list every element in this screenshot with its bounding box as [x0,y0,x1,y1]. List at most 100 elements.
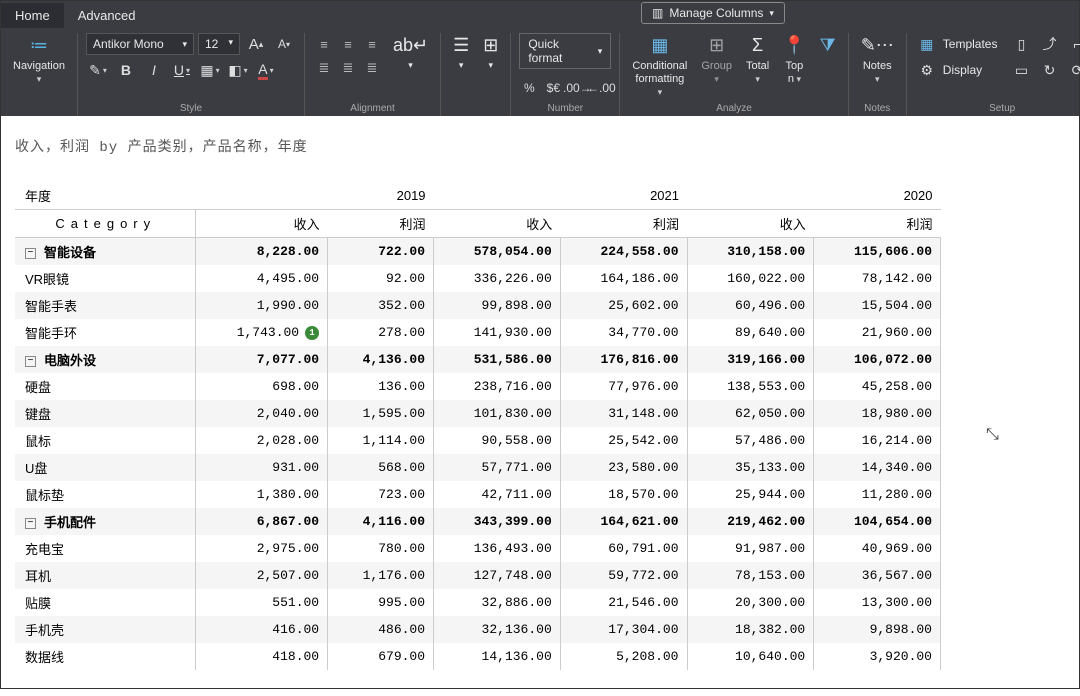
notes-button[interactable]: ✎⋯ Notes [857,33,898,88]
tab-advanced[interactable]: Advanced [64,3,150,28]
group-toggle[interactable]: −手机配件 [15,508,195,535]
cell-value: 2,028.00 [195,427,328,454]
percent-button[interactable]: % [519,77,539,99]
display-button[interactable]: Display [943,63,982,77]
manage-columns-button[interactable]: ▥ Manage Columns ▾ [641,2,785,24]
year-col-1[interactable]: 2021 [434,182,687,210]
topn-button[interactable]: 📍 Top n [779,33,809,88]
filter-button[interactable]: ⧩ [816,33,840,59]
undo-button[interactable]: ▭ [1009,59,1033,81]
cell-value: 568.00 [328,454,434,481]
metric-revenue: 收入 [434,210,561,238]
corner-icon[interactable]: ⌐ [1065,33,1080,55]
align-bottom-left[interactable]: ≣ [313,57,335,79]
conditional-formatting-button[interactable]: ▦ Conditional formatting [628,33,691,101]
align-top-right[interactable]: ≡ [361,33,383,55]
redo-button[interactable]: ↻ [1037,59,1061,81]
group-toggle[interactable]: −智能设备 [15,238,195,266]
cell-value: 25,602.00 [560,292,687,319]
chevron-down-icon: ▾ [489,60,494,71]
group-toggle[interactable]: −电脑外设 [15,346,195,373]
decrease-font-button[interactable]: A▾ [272,33,296,55]
cell-value: 78,153.00 [687,562,814,589]
funnel-icon: ⧩ [820,35,836,57]
align-bottom-right[interactable]: ≣ [361,57,383,79]
chevron-down-icon: ▾ [769,8,774,19]
cell-value: 4,116.00 [328,508,434,535]
border-button[interactable]: ▦ [198,59,222,81]
font-name-select[interactable]: Antikor Mono ▾ [86,33,194,55]
templates-button[interactable]: Templates [943,37,998,51]
metric-profit: 利润 [328,210,434,238]
italic-button[interactable]: I [142,59,166,81]
cell-value: 138,553.00 [687,373,814,400]
underline-button[interactable]: U [170,59,194,81]
navigation-label: Navigation [13,60,65,86]
cell-value: 57,486.00 [687,427,814,454]
cell-value: 723.00 [328,481,434,508]
fill-color-button[interactable]: ◧ [226,59,250,81]
cell-value: 99,898.00 [434,292,561,319]
currency-button[interactable]: $€ [543,77,563,99]
increase-decimal-button[interactable]: .00→ [567,77,587,99]
notes-label: Notes [861,60,894,86]
bold-button[interactable]: B [114,59,138,81]
cell-value: 20,300.00 [687,589,814,616]
cell-value: 219,462.00 [687,508,814,535]
cell-value: 90,558.00 [434,427,561,454]
quick-format-button[interactable]: Quick format ▾ [519,33,611,69]
metric-profit: 利润 [814,210,941,238]
cell-value: 1,990.00 [195,292,328,319]
year-col-2[interactable]: 2020 [687,182,941,210]
decrease-decimal-button[interactable]: ←.00 [591,77,611,99]
cell-value: 40,969.00 [814,535,941,562]
note-badge[interactable]: 1 [305,326,319,340]
cell-value: 101,830.00 [434,400,561,427]
row-label: 智能手表 [15,292,195,319]
font-size-value: 12 [205,37,218,51]
cell-value: 25,542.00 [560,427,687,454]
row-label: 鼠标垫 [15,481,195,508]
group-button[interactable]: ⊞ Group [697,33,736,88]
align-bottom-center[interactable]: ≣ [337,57,359,79]
navigation-button[interactable]: ≔ Navigation [9,33,69,88]
cell-value: 60,791.00 [560,535,687,562]
cell-value: 1,114.00 [328,427,434,454]
report-title: 收入，利润 by 产品类别，产品名称，年度 [15,136,1065,156]
merge-button[interactable]: ⊞ ▾ [479,33,502,72]
refresh-button[interactable]: ⟳ [1065,59,1080,81]
cell-value: 5,208.00 [560,643,687,670]
cell-value: 164,186.00 [560,265,687,292]
page-setup-button[interactable]: ▯ [1009,33,1033,55]
cell-value: 78,142.00 [814,265,941,292]
notes-icon: ✎⋯ [861,35,894,57]
wrap-text-button[interactable]: ab↵ ▾ [389,33,432,72]
increase-font-button[interactable]: A▴ [244,33,268,55]
row-label: 手机壳 [15,616,195,643]
cell-value: 45,258.00 [814,373,941,400]
collapse-icon[interactable]: − [25,356,36,367]
metric-profit: 利润 [560,210,687,238]
tab-home[interactable]: Home [1,3,64,28]
cell-value: 14,136.00 [434,643,561,670]
row-label: 鼠标 [15,427,195,454]
format-painter-button[interactable]: ✎ [86,59,110,81]
cell-value: 141,930.00 [434,319,561,346]
pin-icon: 📍 [783,35,805,57]
collapse-icon[interactable]: − [25,518,36,529]
collapse-icon[interactable]: − [25,248,36,259]
cell-value: 15,504.00 [814,292,941,319]
row-label: 硬盘 [15,373,195,400]
category-header: Category [15,210,195,238]
gear-icon: ⚙ [915,59,939,81]
font-color-button[interactable]: A [254,59,278,81]
font-size-select[interactable]: 12 ▾ [198,33,240,55]
cell-value: 16,214.00 [814,427,941,454]
list-format-button[interactable]: ☰ ▾ [449,33,473,72]
total-button[interactable]: Σ Total [742,33,773,88]
export-button[interactable]: ⤴ [1037,33,1061,55]
align-top-center[interactable]: ≡ [337,33,359,55]
year-col-0[interactable]: 2019 [195,182,434,210]
align-top-left[interactable]: ≡ [313,33,335,55]
cell-value: 416.00 [195,616,328,643]
